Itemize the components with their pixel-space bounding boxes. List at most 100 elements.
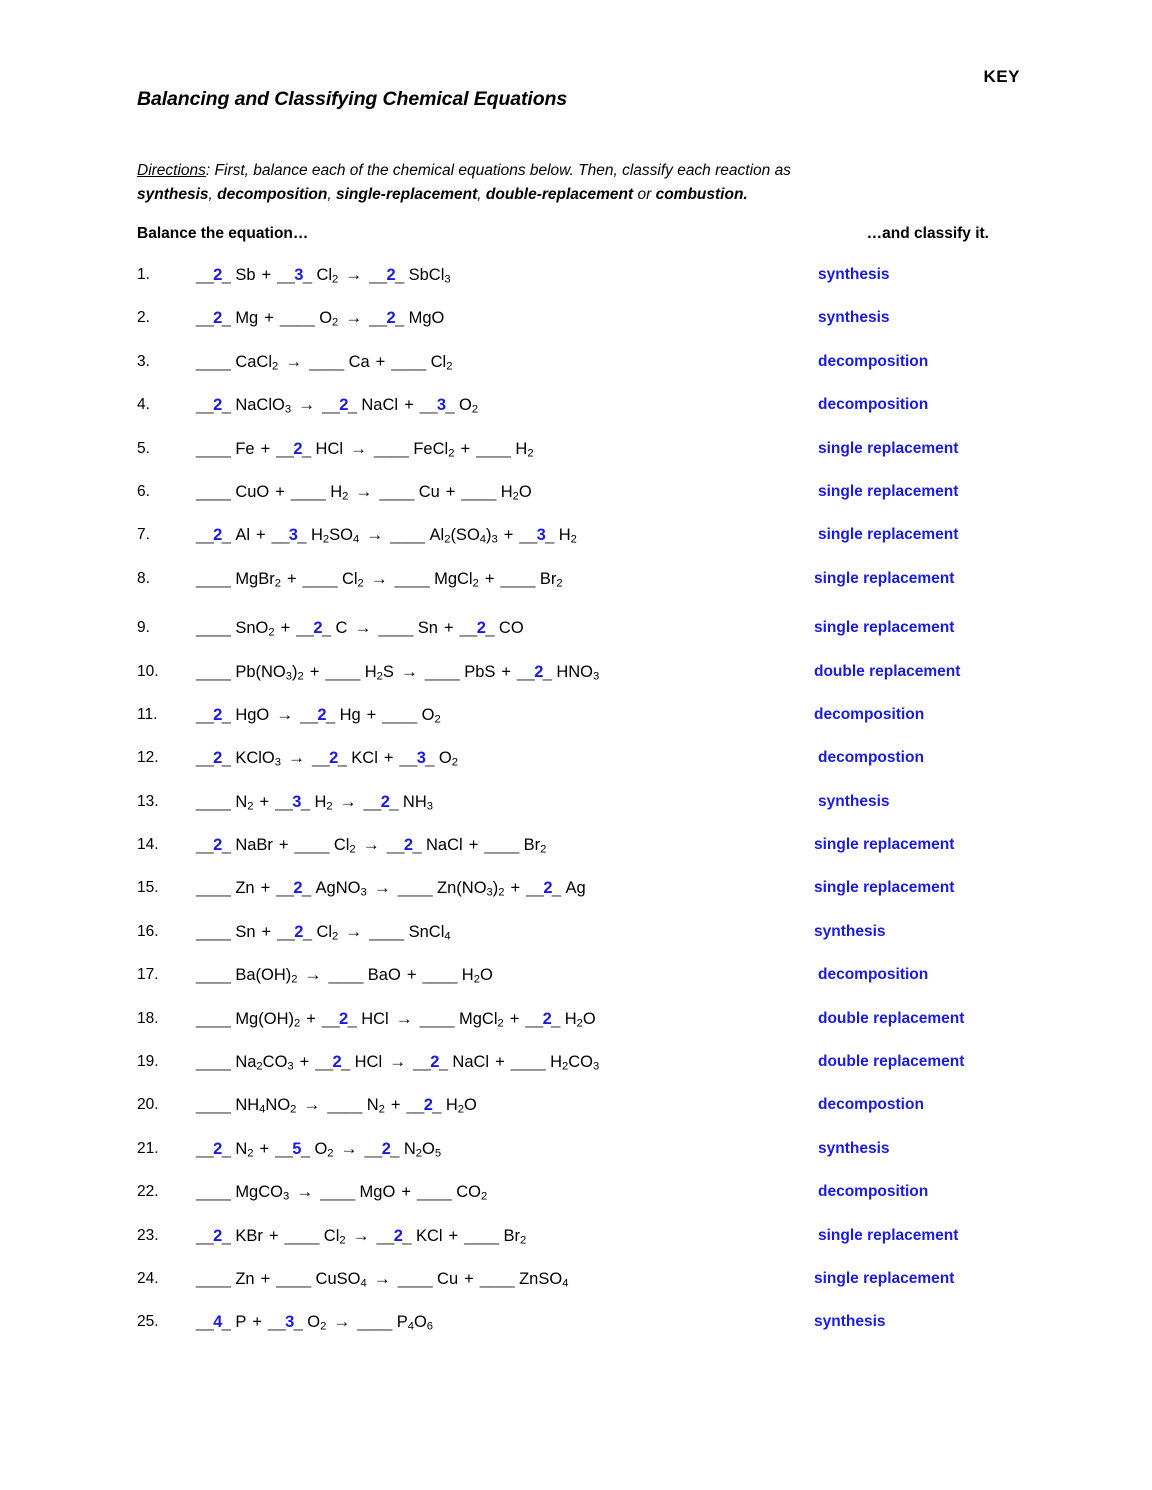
chemical-equation[interactable]: ____ MgBr2 + ____ Cl2 → ____ MgCl2 + ____ Br2	[196, 568, 563, 590]
coefficient-blank-0[interactable]: ____	[196, 1053, 231, 1071]
coefficient-blank-0[interactable]: ____	[196, 353, 231, 371]
chemical-equation[interactable]: ____ Na2CO3 + __2_ HCl → __2_ NaCl + ____ H2CO3	[196, 1051, 599, 1073]
coefficient-blank-1[interactable]: __3_	[272, 526, 307, 544]
coefficient-blank-0[interactable]: __2_	[196, 749, 231, 767]
reaction-classification[interactable]: single replacement	[818, 1227, 958, 1245]
coefficient-blank-3[interactable]: ____	[464, 1227, 499, 1245]
coefficient-blank-2[interactable]: __3_	[420, 396, 455, 414]
coefficient-blank-2[interactable]: __2_	[365, 1140, 400, 1158]
coefficient-blank-3[interactable]: ____	[476, 440, 511, 458]
reaction-classification[interactable]: single replacement	[818, 483, 958, 501]
coefficient-blank-0[interactable]: ____	[196, 1096, 231, 1114]
coefficient-blank-1[interactable]: ____	[291, 483, 326, 501]
coefficient-blank-0[interactable]: ____	[196, 923, 231, 941]
coefficient-blank-2[interactable]: ____	[357, 1313, 392, 1331]
coefficient-blank-3[interactable]: __2_	[525, 1010, 560, 1028]
chemical-equation[interactable]: __2_ NaBr + ____ Cl2 → __2_ NaCl + ____ Br2	[196, 834, 546, 856]
chemical-equation[interactable]: ____ Pb(NO3)2 + ____ H2S → ____ PbS + __2_ HNO3	[196, 661, 599, 683]
coefficient-blank-1[interactable]: __2_	[296, 619, 331, 637]
chemical-equation[interactable]: ____ Ba(OH)2 → ____ BaO + ____ H2O	[196, 964, 493, 986]
coefficient-blank-0[interactable]: ____	[196, 440, 231, 458]
reaction-classification[interactable]: synthesis	[818, 1140, 890, 1158]
coefficient-blank-2[interactable]: ____	[369, 923, 404, 941]
coefficient-blank-2[interactable]: __2_	[364, 793, 399, 811]
coefficient-blank-2[interactable]: ____	[390, 526, 425, 544]
coefficient-blank-1[interactable]: ____	[327, 1096, 362, 1114]
coefficient-blank-2[interactable]: __2_	[413, 1053, 448, 1071]
reaction-classification[interactable]: single replacement	[814, 1270, 954, 1288]
chemical-equation[interactable]: __2_ Sb + __3_ Cl2 → __2_ SbCl3	[196, 264, 451, 286]
coefficient-blank-2[interactable]: __2_	[377, 1227, 412, 1245]
coefficient-blank-0[interactable]: ____	[196, 1270, 231, 1288]
reaction-classification[interactable]: synthesis	[818, 266, 890, 284]
reaction-classification[interactable]: synthesis	[818, 793, 890, 811]
coefficient-blank-2[interactable]: ____	[425, 663, 460, 681]
coefficient-blank-0[interactable]: __2_	[196, 1140, 231, 1158]
reaction-classification[interactable]: single replacement	[814, 619, 954, 637]
chemical-equation[interactable]: ____ Zn + __2_ AgNO3 → ____ Zn(NO3)2 + __2_ Ag	[196, 877, 586, 899]
coefficient-blank-2[interactable]: __2_	[407, 1096, 442, 1114]
coefficient-blank-3[interactable]: ____	[511, 1053, 546, 1071]
coefficient-blank-1[interactable]: __2_	[276, 879, 311, 897]
coefficient-blank-1[interactable]: __2_	[315, 1053, 350, 1071]
reaction-classification[interactable]: synthesis	[814, 1313, 886, 1331]
reaction-classification[interactable]: decomposition	[818, 396, 928, 414]
coefficient-blank-2[interactable]: __2_	[369, 309, 404, 327]
coefficient-blank-3[interactable]: __2_	[517, 663, 552, 681]
chemical-equation[interactable]: __4_ P + __3_ O2 → ____ P4O6	[196, 1311, 433, 1333]
chemical-equation[interactable]: ____ Mg(OH)2 + __2_ HCl → ____ MgCl2 + __2_ H2O	[196, 1008, 596, 1030]
coefficient-blank-1[interactable]: __2_	[276, 440, 311, 458]
coefficient-blank-2[interactable]: ____	[374, 440, 409, 458]
chemical-equation[interactable]: ____ MgCO3 → ____ MgO + ____ CO2	[196, 1181, 487, 1203]
chemical-equation[interactable]: ____ SnO2 + __2_ C → ____ Sn + __2_ CO	[196, 617, 524, 639]
coefficient-blank-3[interactable]: ____	[461, 483, 496, 501]
coefficient-blank-0[interactable]: __2_	[196, 309, 231, 327]
coefficient-blank-2[interactable]: ____	[398, 879, 433, 897]
coefficient-blank-0[interactable]: ____	[196, 793, 231, 811]
coefficient-blank-0[interactable]: ____	[196, 483, 231, 501]
reaction-classification[interactable]: decomposition	[818, 353, 928, 371]
coefficient-blank-3[interactable]: __2_	[460, 619, 495, 637]
coefficient-blank-2[interactable]: ____	[391, 353, 426, 371]
chemical-equation[interactable]: __2_ KClO3 → __2_ KCl + __3_ O2	[196, 747, 458, 769]
coefficient-blank-1[interactable]: __2_	[322, 396, 357, 414]
coefficient-blank-1[interactable]: ____	[328, 966, 363, 984]
coefficient-blank-2[interactable]: ____	[422, 966, 457, 984]
chemical-equation[interactable]: ____ N2 + __3_ H2 → __2_ NH3	[196, 791, 433, 813]
coefficient-blank-2[interactable]: __3_	[400, 749, 435, 767]
coefficient-blank-0[interactable]: __2_	[196, 396, 231, 414]
coefficient-blank-3[interactable]: ____	[501, 570, 536, 588]
coefficient-blank-2[interactable]: ____	[395, 570, 430, 588]
coefficient-blank-1[interactable]: __2_	[277, 923, 312, 941]
chemical-equation[interactable]: __2_ HgO → __2_ Hg + ____ O2	[196, 704, 441, 726]
coefficient-blank-2[interactable]: ____	[378, 619, 413, 637]
reaction-classification[interactable]: single replacement	[818, 440, 958, 458]
coefficient-blank-0[interactable]: __2_	[196, 1227, 231, 1245]
chemical-equation[interactable]: ____ Sn + __2_ Cl2 → ____ SnCl4	[196, 921, 451, 943]
chemical-equation[interactable]: ____ NH4NO2 → ____ N2 + __2_ H2O	[196, 1094, 477, 1116]
coefficient-blank-2[interactable]: ____	[417, 1183, 452, 1201]
coefficient-blank-1[interactable]: __3_	[277, 266, 312, 284]
reaction-classification[interactable]: double replacement	[814, 663, 960, 681]
coefficient-blank-2[interactable]: ____	[379, 483, 414, 501]
chemical-equation[interactable]: __2_ Mg + ____ O2 → __2_ MgO	[196, 307, 444, 329]
reaction-classification[interactable]: decomposition	[814, 706, 924, 724]
coefficient-blank-1[interactable]: ____	[284, 1227, 319, 1245]
coefficient-blank-0[interactable]: ____	[196, 570, 231, 588]
reaction-classification[interactable]: single replacement	[814, 570, 954, 588]
chemical-equation[interactable]: __2_ NaClO3 → __2_ NaCl + __3_ O2	[196, 394, 478, 416]
coefficient-blank-2[interactable]: ____	[398, 1270, 433, 1288]
chemical-equation[interactable]: __2_ Al + __3_ H2SO4 → ____ Al2(SO4)3 + __3_ H2	[196, 524, 577, 546]
coefficient-blank-1[interactable]: ____	[309, 353, 344, 371]
reaction-classification[interactable]: double replacement	[818, 1010, 964, 1028]
coefficient-blank-2[interactable]: __2_	[369, 266, 404, 284]
coefficient-blank-1[interactable]: __2_	[312, 749, 347, 767]
coefficient-blank-0[interactable]: ____	[196, 1010, 231, 1028]
coefficient-blank-1[interactable]: ____	[280, 309, 315, 327]
reaction-classification[interactable]: single replacement	[818, 526, 958, 544]
coefficient-blank-0[interactable]: __2_	[196, 266, 231, 284]
coefficient-blank-1[interactable]: __3_	[275, 793, 310, 811]
reaction-classification[interactable]: synthesis	[814, 923, 886, 941]
chemical-equation[interactable]: ____ Fe + __2_ HCl → ____ FeCl2 + ____ H2	[196, 438, 534, 460]
coefficient-blank-1[interactable]: __5_	[275, 1140, 310, 1158]
